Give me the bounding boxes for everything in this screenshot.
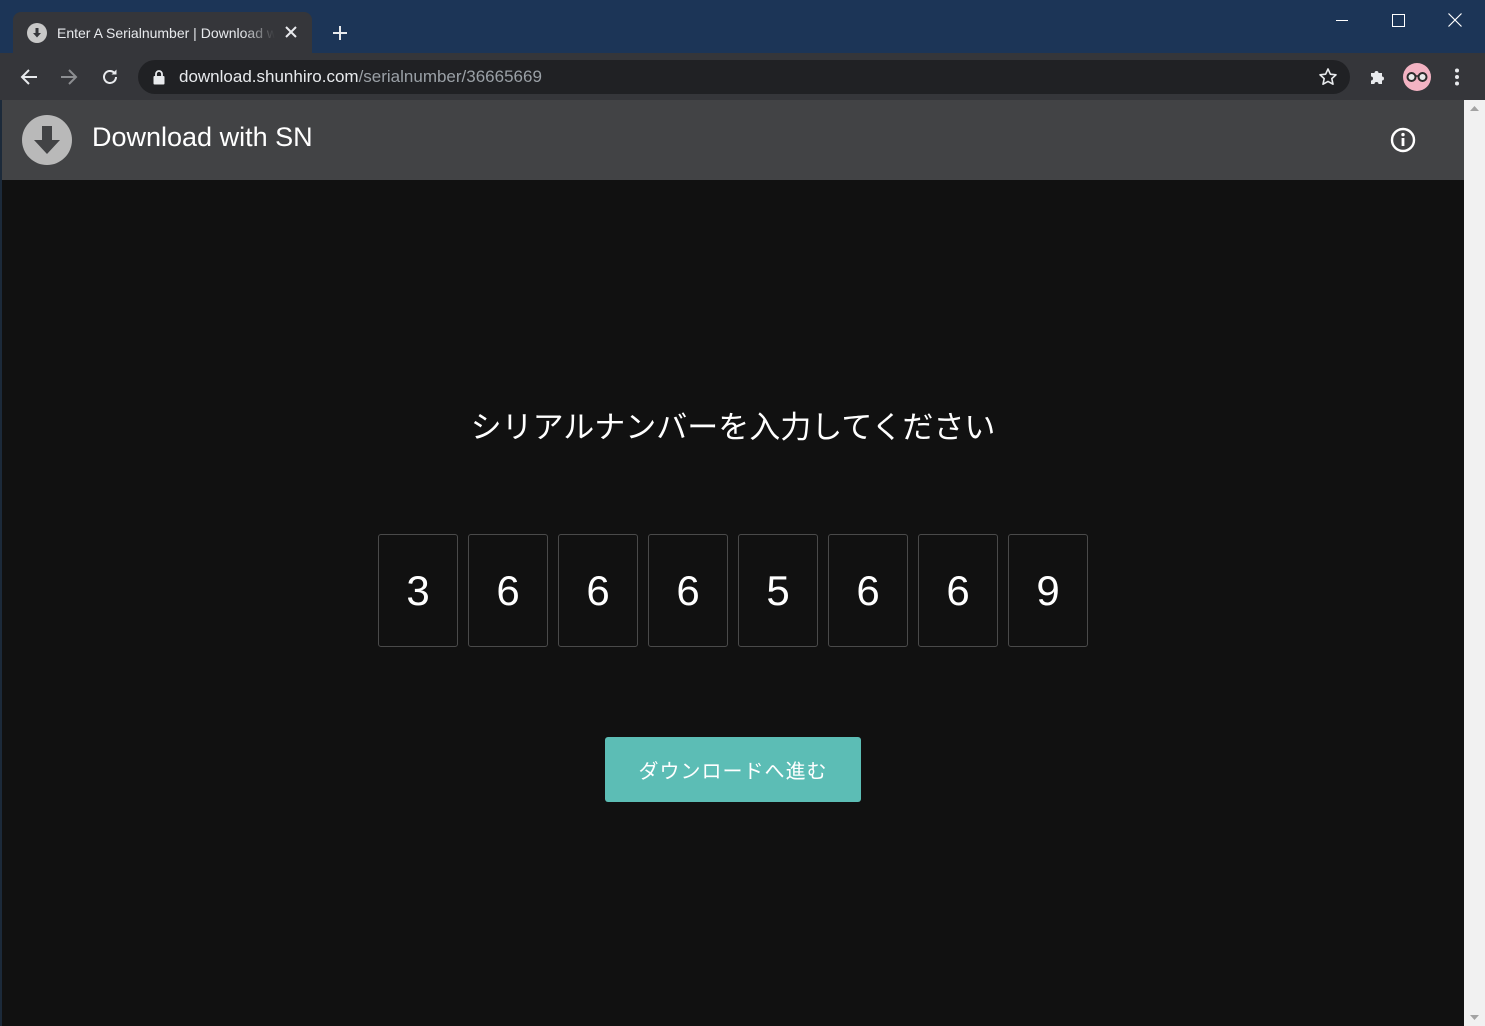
url-path: /serialnumber/36665669 — [358, 67, 542, 86]
download-logo-icon[interactable] — [22, 115, 72, 165]
serial-digit-4[interactable]: 6 — [648, 534, 728, 647]
address-bar[interactable]: download.shunhiro.com/serialnumber/36665… — [138, 60, 1350, 94]
serial-digit-1[interactable]: 3 — [378, 534, 458, 647]
browser-titlebar: Enter A Serialnumber | Download with SN — [0, 0, 1485, 53]
window-close-icon[interactable] — [1427, 0, 1483, 40]
serial-digit-6[interactable]: 6 — [828, 534, 908, 647]
url-host: download.shunhiro.com — [179, 67, 359, 86]
extensions-puzzle-icon[interactable] — [1361, 61, 1393, 93]
browser-menu-icon[interactable] — [1441, 61, 1473, 93]
serial-digit-7[interactable]: 6 — [918, 534, 998, 647]
tab-close-icon[interactable] — [282, 23, 300, 41]
bookmark-star-icon[interactable] — [1318, 67, 1338, 87]
proceed-to-download-button[interactable]: ダウンロードへ進む — [605, 737, 861, 802]
reload-icon[interactable] — [94, 61, 126, 93]
new-tab-plus-icon[interactable] — [326, 19, 354, 47]
serial-digit-8[interactable]: 9 — [1008, 534, 1088, 647]
serial-digit-2[interactable]: 6 — [468, 534, 548, 647]
lock-icon[interactable] — [152, 69, 166, 85]
serial-digit-3[interactable]: 6 — [558, 534, 638, 647]
scroll-down-arrow-icon[interactable] — [1464, 1009, 1485, 1026]
glasses-avatar-icon — [1406, 72, 1428, 82]
browser-toolbar: download.shunhiro.com/serialnumber/36665… — [0, 53, 1485, 100]
minimize-icon[interactable] — [1314, 0, 1370, 40]
browser-tab[interactable]: Enter A Serialnumber | Download with SN — [13, 12, 312, 53]
serial-digit-5[interactable]: 5 — [738, 534, 818, 647]
forward-arrow-icon[interactable] — [53, 61, 85, 93]
page-prompt: シリアルナンバーを入力してください — [470, 410, 996, 445]
url-text: download.shunhiro.com/serialnumber/36665… — [179, 67, 542, 87]
profile-avatar[interactable] — [1403, 63, 1431, 91]
info-icon[interactable] — [1390, 127, 1416, 153]
back-arrow-icon[interactable] — [13, 61, 45, 93]
serial-number-input: 3 6 6 6 5 6 6 9 — [378, 534, 1090, 648]
tab-title: Enter A Serialnumber | Download with SN — [57, 24, 275, 41]
download-favicon-icon — [27, 22, 47, 43]
app-header: Download with SN — [2, 100, 1464, 180]
page-viewport: Download with SN シリアルナンバーを入力してください 3 6 6… — [2, 100, 1464, 1026]
vertical-scrollbar[interactable] — [1464, 100, 1485, 1026]
scroll-up-arrow-icon[interactable] — [1464, 100, 1485, 117]
app-title: Download with SN — [92, 122, 313, 152]
maximize-icon[interactable] — [1370, 0, 1426, 40]
